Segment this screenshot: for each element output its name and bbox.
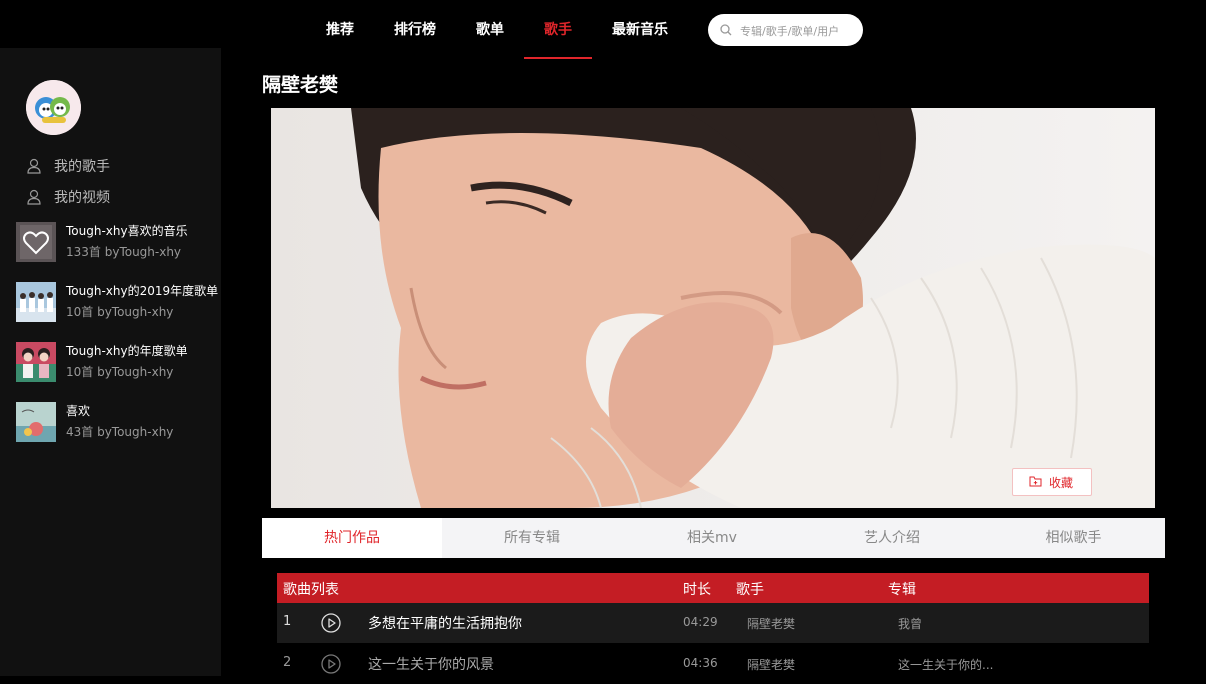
sidebar: 我的歌手 我的视频 Tough-xhy喜欢的音乐 133首 byTough-xh… [0,60,221,676]
playlist-item[interactable]: 喜欢 43首 byTough-xhy [16,402,221,444]
user-icon [27,158,41,174]
nav-item-artists[interactable]: 歌手 [536,0,580,60]
song-duration: 04:29 [683,615,718,629]
sidebar-item-my-artists[interactable]: 我的歌手 [26,156,216,176]
playlist-meta: 10首 byTough-xhy [66,305,174,319]
song-table-header: 歌曲列表 时长 歌手 专辑 [277,573,1149,603]
favorite-label: 收藏 [1049,476,1074,490]
playlist-name: Tough-xhy的2019年度歌单 [66,284,219,298]
header-song-list: 歌曲列表 [283,582,339,598]
song-album[interactable]: 我曾 [898,615,922,632]
header-singer: 歌手 [736,582,764,598]
playlist-name: 喜欢 [66,404,91,418]
search-box[interactable] [708,14,863,46]
playlist-cover-image [16,282,56,322]
playlist-item[interactable]: Tough-xhy的2019年度歌单 10首 byTough-xhy [16,282,221,324]
nav-active-underline [524,57,592,59]
playlist-meta: 43首 byTough-xhy [66,425,174,439]
playlist-cover-image [16,342,56,382]
playlist-name: Tough-xhy的年度歌单 [66,344,188,358]
tab-all-albums[interactable]: 所有专辑 [442,518,622,558]
table-row[interactable]: 1 多想在平庸的生活拥抱你 04:29 隔壁老樊 我曾 [277,603,1149,643]
folder-icon [1029,476,1042,487]
header-album: 专辑 [888,582,916,598]
table-row[interactable]: 2 这一生关于你的风景 04:36 隔壁老樊 这一生关于你的... [277,644,1149,684]
song-album[interactable]: 这一生关于你的... [898,656,993,673]
song-singer[interactable]: 隔壁老樊 [747,656,795,673]
nav-item-recommend[interactable]: 推荐 [318,0,362,60]
avatar-image [26,80,81,135]
playlist-item[interactable]: Tough-xhy的年度歌单 10首 byTough-xhy [16,342,221,384]
song-number: 1 [283,614,292,629]
nav-item-charts[interactable]: 排行榜 [388,0,442,60]
artist-banner-image: 收藏 [271,108,1155,508]
sidebar-item-label: 我的歌手 [54,159,110,175]
nav-item-playlists[interactable]: 歌单 [468,0,512,60]
song-number: 2 [283,655,292,670]
playlist-name: Tough-xhy喜欢的音乐 [66,224,188,238]
play-icon[interactable] [321,613,341,633]
song-duration: 04:36 [683,656,718,670]
tab-related-mv[interactable]: 相关mv [622,518,802,558]
nav-item-new-music[interactable]: 最新音乐 [604,0,676,60]
song-title[interactable]: 多想在平庸的生活拥抱你 [368,613,522,633]
search-icon [720,24,732,36]
playlist-item[interactable]: Tough-xhy喜欢的音乐 133首 byTough-xhy [16,222,221,264]
sidebar-item-my-videos[interactable]: 我的视频 [26,187,216,207]
artist-photo [271,108,1155,508]
song-title[interactable]: 这一生关于你的风景 [368,654,494,674]
song-singer[interactable]: 隔壁老樊 [747,615,795,632]
playlist-cover-image [16,402,56,442]
favorite-button[interactable]: 收藏 [1012,468,1092,496]
artist-name: 隔壁老樊 [262,74,339,96]
playlist-meta: 133首 byTough-xhy [66,245,182,259]
play-icon[interactable] [321,654,341,674]
tab-hot-works[interactable]: 热门作品 [262,518,442,558]
playlist-meta: 10首 byTough-xhy [66,365,174,379]
avatar[interactable] [26,80,81,135]
tab-similar-artists[interactable]: 相似歌手 [982,518,1165,558]
header-duration: 时长 [683,582,711,598]
artist-tabs: 热门作品 所有专辑 相关mv 艺人介绍 相似歌手 [262,518,1165,558]
tab-artist-intro[interactable]: 艺人介绍 [802,518,982,558]
user-icon [27,189,41,205]
playlist-cover-liked [16,222,56,262]
sidebar-top-strip [0,48,221,60]
search-input[interactable] [738,20,860,42]
sidebar-item-label: 我的视频 [54,190,110,206]
